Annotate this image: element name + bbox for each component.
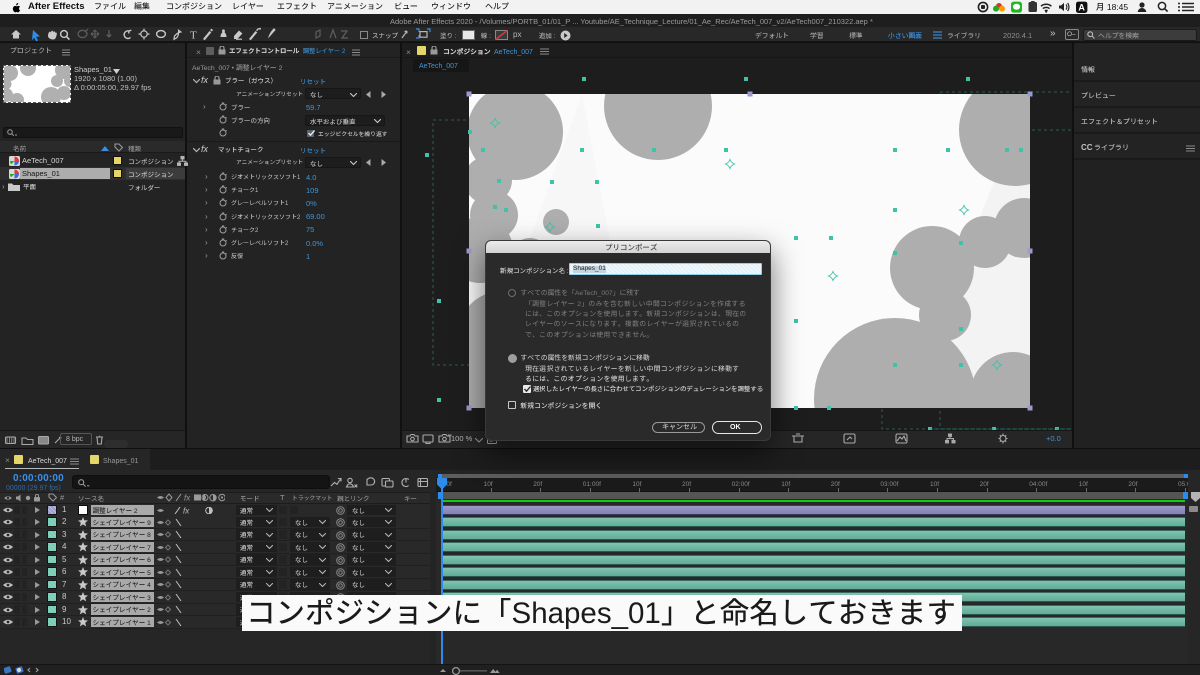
svg-text:A: A bbox=[1078, 3, 1085, 13]
svg-text:fx: fx bbox=[183, 507, 190, 514]
svg-text:fx: fx bbox=[184, 494, 191, 503]
svg-text:T: T bbox=[190, 29, 197, 41]
